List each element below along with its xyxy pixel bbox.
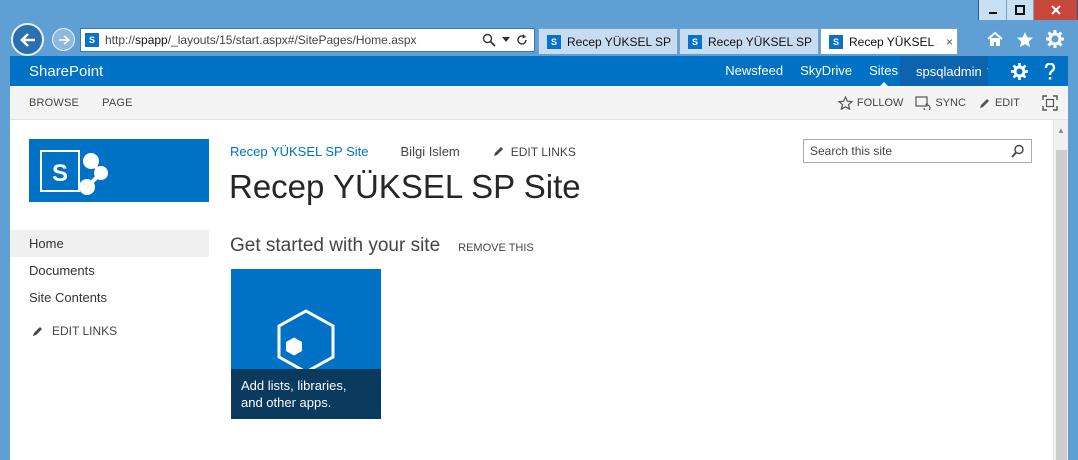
top-navigation: Recep YÜKSEL SP Site Bilgi Islem EDIT LI… xyxy=(230,144,576,159)
maximize-button[interactable] xyxy=(1006,0,1033,20)
suite-link-sites[interactable]: Sites xyxy=(869,56,898,87)
sync-button[interactable]: SYNC xyxy=(915,96,966,110)
address-url[interactable]: http://spapp/_layouts/15/start.aspx#/Sit… xyxy=(105,33,482,47)
suite-link-newsfeed[interactable]: Newsfeed xyxy=(725,56,783,86)
minimize-button[interactable] xyxy=(979,0,1006,20)
tab-close-icon[interactable]: × xyxy=(946,35,953,49)
help-icon[interactable] xyxy=(1044,62,1056,80)
pencil-icon xyxy=(33,326,42,336)
forward-arrow-icon xyxy=(58,34,70,45)
get-started-title: Get started with your site xyxy=(230,235,441,256)
scroll-up-icon[interactable]: ▲ xyxy=(1057,126,1065,135)
gear-icon[interactable] xyxy=(1046,30,1064,48)
edit-button[interactable]: EDIT xyxy=(978,97,1020,110)
quicklaunch-edit-links[interactable]: EDIT LINKS xyxy=(10,324,209,338)
browser-toolbar: S http://spapp/_layouts/15/start.aspx#/S… xyxy=(0,22,1078,56)
scroll-thumb[interactable] xyxy=(1056,150,1067,460)
topnav-edit-links[interactable]: EDIT LINKS xyxy=(492,145,576,159)
sharepoint-favicon: S xyxy=(85,33,99,47)
browser-tab-2[interactable]: S Recep YÜKSEL SP Si... xyxy=(679,28,819,54)
sharepoint-favicon: S xyxy=(547,34,561,49)
back-button[interactable] xyxy=(11,23,44,56)
maximize-icon xyxy=(1015,5,1025,15)
window-controls xyxy=(978,0,1078,20)
user-name: spsqladmin xyxy=(916,63,982,79)
home-icon[interactable] xyxy=(986,31,1004,48)
brand-label[interactable]: SharePoint xyxy=(29,63,103,80)
tile-caption: Add lists, libraries, and other apps. xyxy=(231,369,381,419)
suite-bar: SharePoint Newsfeed SkyDrive Sites spsql… xyxy=(10,56,1068,87)
close-window-button[interactable] xyxy=(1033,0,1077,20)
sharepoint-favicon: S xyxy=(829,34,843,49)
chevron-down-icon[interactable] xyxy=(502,37,510,43)
page-title: Recep YÜKSEL SP Site xyxy=(229,168,581,205)
browser-tab-active[interactable]: S Recep YÜKSEL S... × xyxy=(820,28,958,54)
add-apps-tile[interactable]: Add lists, libraries, and other apps. xyxy=(231,269,381,419)
settings-gear-icon[interactable] xyxy=(1011,62,1028,80)
pencil-icon xyxy=(979,98,989,108)
ribbon-tab-page[interactable]: PAGE xyxy=(102,97,133,109)
close-icon xyxy=(1050,5,1061,15)
follow-button[interactable]: FOLLOW xyxy=(837,96,903,110)
window-titlebar xyxy=(0,0,1078,22)
site-logo[interactable]: S xyxy=(29,139,209,202)
forward-button[interactable] xyxy=(52,28,75,51)
sharepoint-favicon: S xyxy=(688,34,702,49)
page-content: S Recep YÜKSEL SP Site Bilgi Islem EDIT … xyxy=(10,120,1053,460)
quicklaunch-item-home[interactable]: Home xyxy=(10,230,209,257)
search-input[interactable] xyxy=(810,144,1000,158)
address-bar[interactable]: S http://spapp/_layouts/15/start.aspx#/S… xyxy=(80,28,535,52)
ribbon-tab-browse[interactable]: BROWSE xyxy=(29,97,79,109)
sharepoint-logo-icon: S xyxy=(40,150,108,195)
focus-icon[interactable] xyxy=(1042,95,1058,111)
minimize-icon xyxy=(988,12,997,14)
ribbon: BROWSE PAGE FOLLOW SYNC EDIT xyxy=(10,86,1068,120)
search-icon[interactable] xyxy=(482,33,496,47)
refresh-icon[interactable] xyxy=(516,34,528,46)
star-icon[interactable] xyxy=(1016,31,1034,48)
topnav-site-link[interactable]: Recep YÜKSEL SP Site xyxy=(230,144,369,159)
chevron-down-icon xyxy=(986,68,988,70)
star-outline-icon xyxy=(837,96,853,110)
vertical-scrollbar[interactable]: ▲ xyxy=(1053,120,1068,460)
get-started-header: Get started with your site REMOVE THIS xyxy=(230,235,534,257)
search-icon[interactable] xyxy=(1011,144,1025,158)
remove-this-link[interactable]: REMOVE THIS xyxy=(458,242,534,254)
quicklaunch-item-documents[interactable]: Documents xyxy=(10,257,209,284)
user-menu[interactable]: spsqladmin xyxy=(900,56,988,86)
site-search[interactable] xyxy=(803,139,1032,163)
topnav-item-bilgi-islem[interactable]: Bilgi Islem xyxy=(401,144,460,159)
pencil-icon xyxy=(493,147,503,156)
quicklaunch-item-site-contents[interactable]: Site Contents xyxy=(10,284,209,311)
sync-icon xyxy=(915,96,931,110)
browser-tab-1[interactable]: S Recep YÜKSEL SP Si... xyxy=(538,28,678,54)
svg-text:S: S xyxy=(52,160,68,187)
suite-link-skydrive[interactable]: SkyDrive xyxy=(800,56,852,86)
back-arrow-icon xyxy=(19,32,35,47)
quick-launch: Home Documents Site Contents EDIT LINKS xyxy=(10,230,209,338)
